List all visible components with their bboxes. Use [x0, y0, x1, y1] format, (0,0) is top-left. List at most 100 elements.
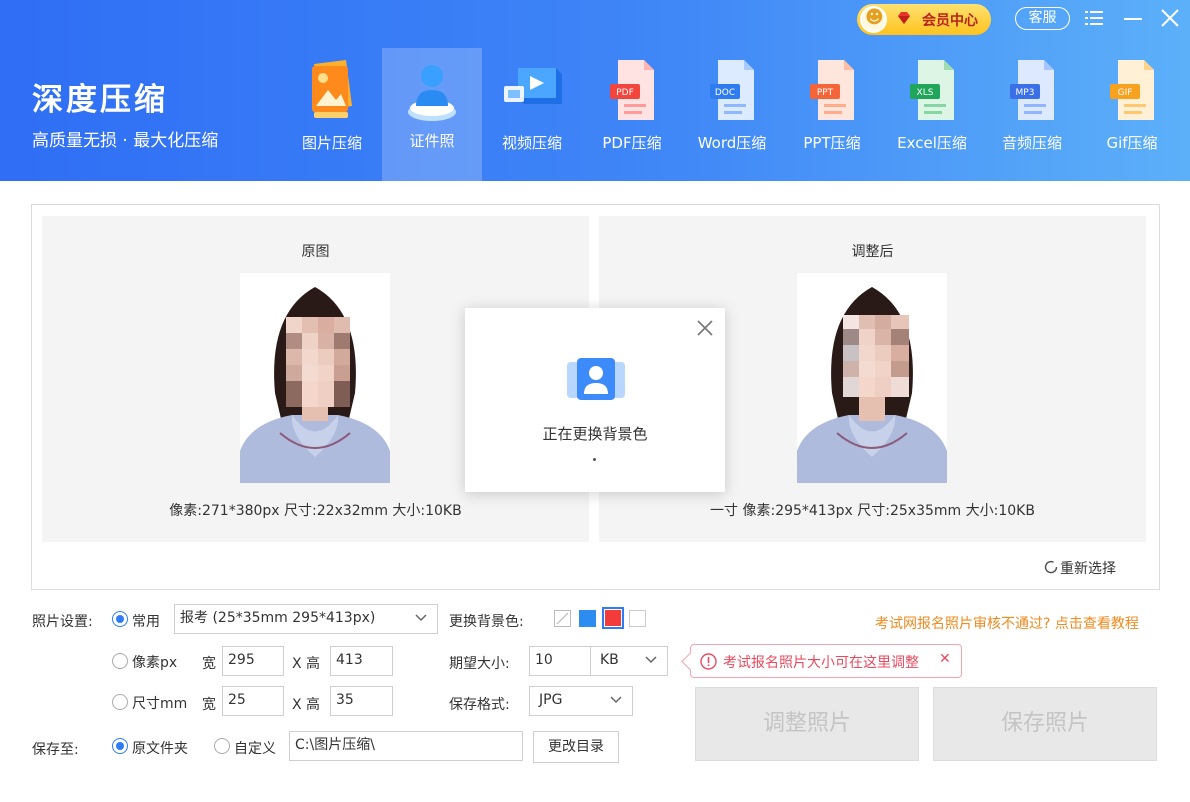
gif-compress-icon: GIF — [1110, 60, 1154, 120]
size-width-input[interactable]: 25 — [222, 686, 284, 716]
common-label: 常用 — [132, 614, 160, 630]
app-header: 深度压缩 高质量无损 · 最大化压缩 图片压缩 证件照 视频压缩 PDF PDF… — [0, 0, 1190, 181]
format-label: 保存格式: — [449, 697, 510, 713]
original-info: 像素:271*380px 尺寸:22x32mm 大小:10KB — [169, 503, 462, 519]
radio-common[interactable] — [112, 611, 128, 627]
expected-size-label: 期望大小: — [449, 656, 510, 672]
adjusted-photo — [797, 273, 947, 483]
tool-label: 图片压缩 — [301, 134, 362, 152]
video-compress-icon — [504, 68, 562, 104]
save-to-label: 保存至: — [32, 742, 79, 758]
chevron-down-icon — [415, 614, 427, 622]
tool-label: Excel压缩 — [897, 134, 967, 152]
adjusted-info: 一寸 像素:295*413px 尺寸:25x35mm 大小:10KB — [710, 503, 1035, 519]
tool-word-compress[interactable]: DOC Word压缩 — [682, 50, 782, 181]
tool-pdf-compress[interactable]: PDF PDF压缩 — [582, 50, 682, 181]
width-label: 宽 — [202, 656, 216, 672]
tool-label: Gif压缩 — [1106, 134, 1158, 152]
minimize-icon[interactable] — [1124, 18, 1142, 20]
bg-swatch-white[interactable] — [629, 610, 646, 627]
svg-text:DOC: DOC — [715, 88, 735, 98]
avatar — [860, 6, 887, 33]
tool-image-compress[interactable]: 图片压缩 — [282, 50, 382, 181]
tool-label: PPT压缩 — [803, 134, 861, 152]
pixel-label: 像素px — [132, 655, 178, 671]
tool-excel-compress[interactable]: XLS Excel压缩 — [882, 50, 982, 181]
excel-compress-icon: XLS — [910, 60, 954, 120]
size-tip-bubble: 考试报名照片大小可在这里调整 ✕ — [690, 644, 962, 678]
original-photo — [240, 273, 390, 483]
bg-swatch-transparent[interactable] — [554, 610, 571, 627]
word-compress-icon: DOC — [710, 60, 754, 120]
bg-swatch-blue[interactable] — [579, 610, 596, 627]
custom-label: 自定义 — [234, 741, 276, 757]
tool-gif-compress[interactable]: GIF Gif压缩 — [1082, 50, 1182, 181]
pixel-width-input[interactable]: 295 — [222, 646, 284, 676]
expected-size-input[interactable]: 10 — [529, 646, 591, 676]
id-photo-icon — [567, 358, 625, 400]
adjust-photo-button[interactable]: 调整照片 — [695, 687, 919, 761]
dialog-message: 正在更换背景色 — [542, 425, 648, 443]
id-photo-icon — [408, 65, 456, 121]
audio-compress-icon: MP3 — [1010, 60, 1054, 120]
refresh-icon[interactable] — [1043, 559, 1059, 575]
dialog-close-icon[interactable] — [697, 320, 713, 336]
radio-custom-folder[interactable] — [214, 738, 230, 754]
pdf-compress-icon: PDF — [610, 60, 654, 120]
tip-close-icon[interactable]: ✕ — [939, 651, 951, 667]
preset-select[interactable]: 报考 (25*35mm 295*413px) — [174, 604, 438, 634]
reselect-button[interactable]: 重新选择 — [1060, 558, 1116, 578]
progress-dialog: 正在更换背景色 — [465, 308, 725, 492]
size-height-input[interactable]: 35 — [330, 686, 393, 716]
save-photo-button[interactable]: 保存照片 — [933, 687, 1157, 761]
format-select[interactable]: JPG — [529, 686, 633, 716]
chevron-down-icon — [610, 696, 622, 704]
photo-settings-label: 照片设置: — [32, 614, 93, 630]
preset-value: 报考 (25*35mm 295*413px) — [180, 610, 376, 626]
menu-icon[interactable] — [1085, 10, 1103, 26]
svg-text:PPT: PPT — [817, 88, 834, 98]
size-unit-select[interactable]: KB — [590, 646, 668, 676]
radio-pixel[interactable] — [112, 653, 128, 669]
tool-audio-compress[interactable]: MP3 音频压缩 — [982, 50, 1082, 181]
width-label: 宽 — [202, 697, 216, 713]
height-label: X 高 — [292, 697, 321, 713]
size-unit-value: KB — [600, 652, 619, 668]
vip-center-button[interactable]: 会员中心 — [857, 4, 991, 35]
original-title: 原图 — [301, 244, 330, 260]
svg-text:GIF: GIF — [1118, 88, 1133, 98]
brand-subtitle: 高质量无损 · 最大化压缩 — [32, 131, 219, 151]
diamond-icon — [898, 12, 910, 24]
tool-label: 视频压缩 — [501, 134, 562, 152]
tool-label: 音频压缩 — [1001, 134, 1062, 152]
chevron-down-icon — [645, 656, 657, 664]
ppt-compress-icon: PPT — [810, 60, 854, 120]
tool-ppt-compress[interactable]: PPT PPT压缩 — [782, 50, 882, 181]
save-path-input[interactable]: C:\图片压缩\ — [289, 731, 523, 761]
tool-video-compress[interactable]: 视频压缩 — [482, 50, 582, 181]
svg-text:MP3: MP3 — [1016, 88, 1035, 98]
loading-indicator — [593, 458, 596, 461]
brand-title: 深度压缩 — [32, 82, 168, 118]
tutorial-link[interactable]: 考试网报名照片审核不通过? 点击查看教程 — [875, 613, 1139, 633]
bg-color-label: 更换背景色: — [449, 614, 524, 630]
change-dir-button[interactable]: 更改目录 — [533, 731, 619, 763]
size-mm-label: 尺寸mm — [132, 696, 188, 712]
pixel-height-input[interactable]: 413 — [330, 646, 393, 676]
vip-label: 会员中心 — [922, 13, 978, 29]
radio-original-folder[interactable] — [112, 738, 128, 754]
adjusted-title: 调整后 — [851, 244, 894, 260]
info-icon — [700, 653, 717, 670]
tool-label: Word压缩 — [697, 134, 767, 152]
image-compress-icon — [312, 60, 352, 118]
tool-label: 证件照 — [409, 132, 455, 150]
svg-text:XLS: XLS — [917, 88, 934, 98]
bg-swatch-red[interactable] — [602, 607, 624, 629]
tool-id-photo[interactable]: 证件照 — [382, 48, 482, 181]
close-icon[interactable] — [1160, 8, 1180, 28]
radio-size-mm[interactable] — [112, 694, 128, 710]
customer-service-button[interactable]: 客服 — [1015, 7, 1070, 30]
svg-text:PDF: PDF — [616, 88, 634, 98]
format-value: JPG — [539, 692, 563, 708]
size-tip-text: 考试报名照片大小可在这里调整 — [723, 655, 919, 671]
